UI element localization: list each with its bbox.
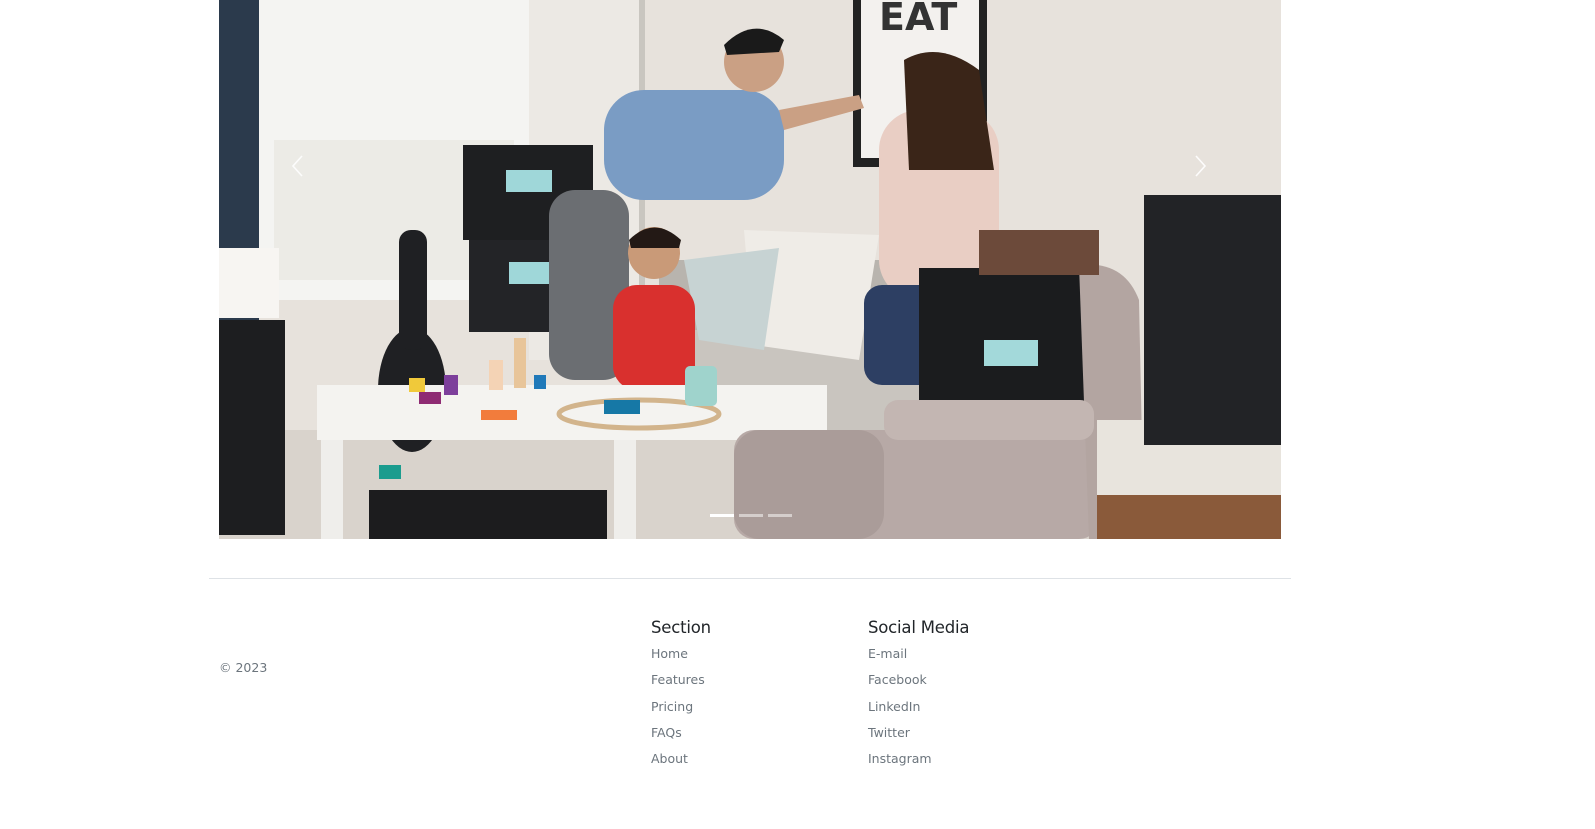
list-item: FAQs [651, 725, 711, 751]
carousel-indicator-2[interactable] [739, 514, 763, 517]
footer-link-email[interactable]: E-mail [868, 646, 907, 661]
carousel-next-button[interactable] [1170, 136, 1230, 196]
carousel-prev-button[interactable] [268, 136, 328, 196]
list-item: E-mail [868, 646, 969, 672]
carousel-slide-photo: EAT [219, 0, 1281, 539]
footer-link-faqs[interactable]: FAQs [651, 725, 682, 740]
list-item: Facebook [868, 672, 969, 698]
list-item: Home [651, 646, 711, 672]
footer-link-linkedin[interactable]: LinkedIn [868, 699, 920, 714]
list-item: Instagram [868, 751, 969, 777]
svg-text:EAT: EAT [879, 0, 957, 39]
carousel-indicator-3[interactable] [768, 514, 792, 517]
footer-section-heading: Section [651, 618, 711, 637]
footer-link-about[interactable]: About [651, 751, 688, 766]
footer-link-twitter[interactable]: Twitter [868, 725, 910, 740]
footer-social-nav: Social Media E-mail Facebook LinkedIn Tw… [868, 618, 970, 777]
chevron-left-icon [291, 155, 303, 177]
list-item: Twitter [868, 725, 969, 751]
footer-link-instagram[interactable]: Instagram [868, 751, 932, 766]
footer-social-list: E-mail Facebook LinkedIn Twitter Instagr… [868, 646, 969, 777]
footer-link-features[interactable]: Features [651, 672, 705, 687]
chevron-right-icon [1195, 155, 1207, 177]
footer-link-pricing[interactable]: Pricing [651, 699, 693, 714]
footer-section-nav: Section Home Features Pricing FAQs About [651, 618, 711, 777]
carousel-indicators [219, 514, 1281, 517]
footer-social-heading: Social Media [868, 618, 970, 637]
list-item: Features [651, 672, 711, 698]
footer-divider [209, 578, 1291, 579]
footer-link-facebook[interactable]: Facebook [868, 672, 927, 687]
footer-section-list: Home Features Pricing FAQs About [651, 646, 711, 777]
list-item: Pricing [651, 699, 711, 725]
footer-link-home[interactable]: Home [651, 646, 688, 661]
list-item: About [651, 751, 711, 777]
carousel-indicator-1[interactable] [710, 514, 734, 517]
list-item: LinkedIn [868, 699, 969, 725]
copyright-text: © 2023 [219, 660, 268, 675]
hero-carousel: EAT [219, 0, 1281, 539]
